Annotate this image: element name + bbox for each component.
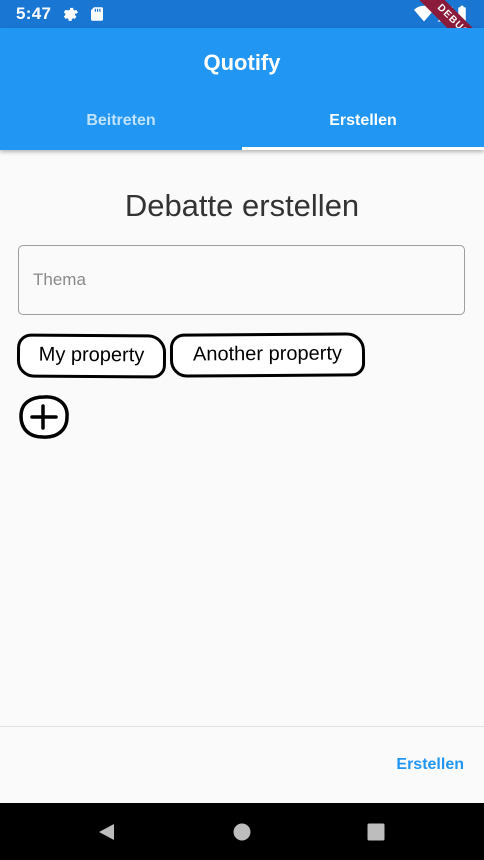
create-button[interactable]: Erstellen — [396, 756, 464, 774]
status-time: 5:47 — [16, 4, 52, 23]
status-bar: 5:47 DEBUG — [0, 0, 484, 67]
tab-bar: Beitreten Erstellen — [0, 100, 484, 150]
topic-field[interactable] — [18, 245, 465, 315]
home-circle-icon[interactable] — [231, 821, 253, 843]
tab-erstellen[interactable]: Erstellen — [242, 100, 484, 150]
app-title: Quotify — [203, 50, 281, 75]
sd-card-icon — [91, 7, 103, 21]
gear-icon — [63, 7, 78, 21]
topic-input[interactable] — [19, 246, 464, 314]
plus-circle-icon — [19, 395, 69, 439]
back-triangle-icon[interactable] — [96, 821, 118, 843]
tab-beitreten[interactable]: Beitreten — [0, 100, 242, 150]
property-chip[interactable]: My property — [16, 333, 167, 379]
app-bar: Quotify Beitreten Erstellen — [0, 28, 484, 150]
property-chip[interactable]: Another property — [169, 332, 366, 378]
add-property-button[interactable] — [18, 393, 70, 441]
divider — [0, 726, 484, 727]
recents-square-icon[interactable] — [365, 821, 387, 843]
page-title: Debatte erstellen — [124, 188, 360, 223]
navigation-bar — [0, 803, 484, 860]
